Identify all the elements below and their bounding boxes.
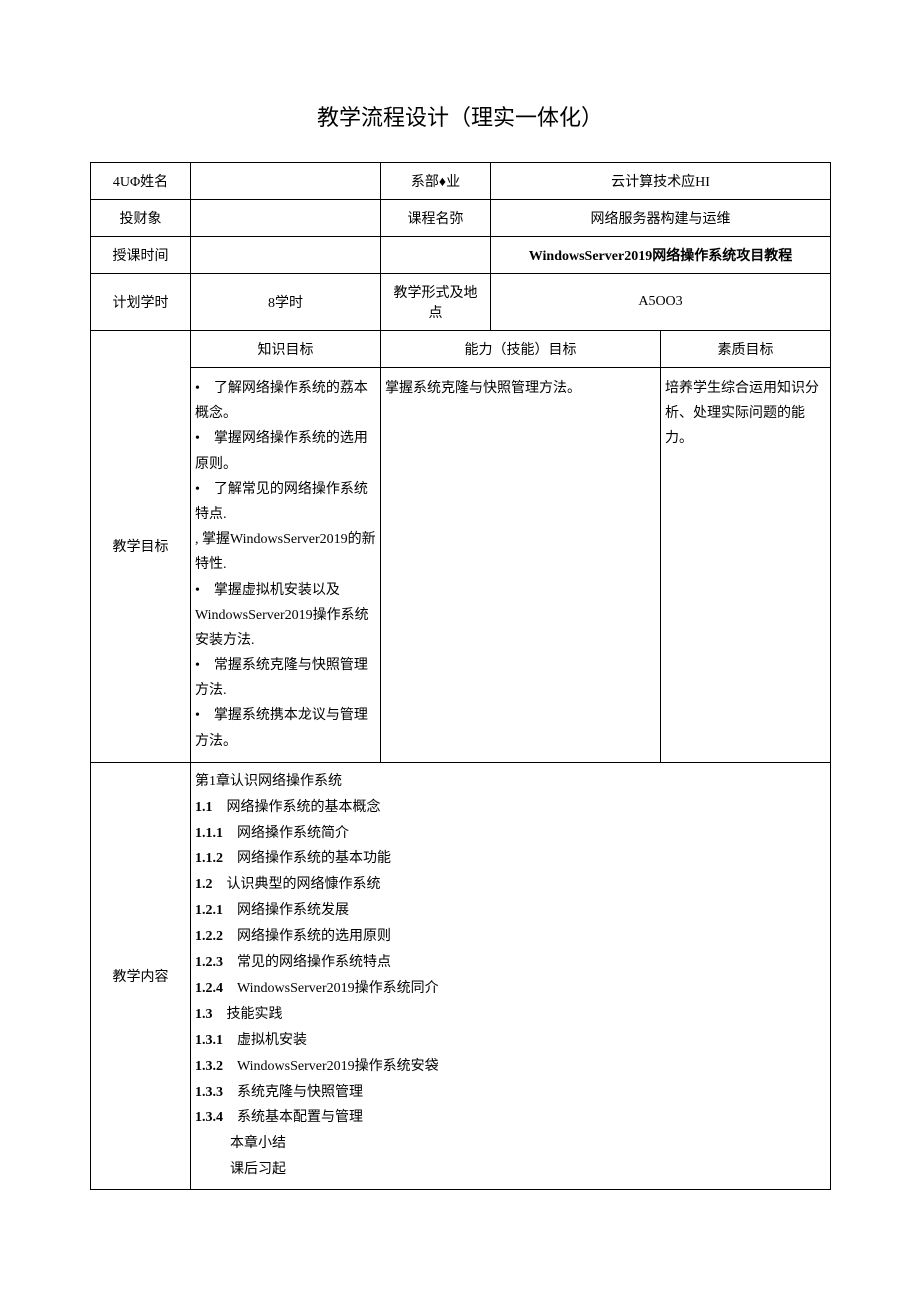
page-title: 教学流程设计（理实一体化）	[90, 100, 830, 132]
content-line-number: 1.1	[195, 800, 213, 815]
knowledge-goal-content: • 了解网络操作系统的荔本概念。• 掌握网络操作系统的选用原则。• 了解常见的网…	[191, 368, 381, 763]
knowledge-goal-item: • 掌握虚拟机安装以及WindowsServer2019操作系统安装方法.	[195, 578, 376, 654]
content-row-label: 教学内容	[91, 762, 191, 1189]
course-value: 网络服务器构建与运维	[491, 200, 831, 237]
content-line: 1.2.1 网络操作系统发展	[195, 898, 826, 924]
table-row: 计划学时 8学时 教学形式及地点 A5OO3	[91, 274, 831, 331]
hours-label: 计划学时	[91, 274, 191, 331]
knowledge-goal-item: • 掌握系统携本龙议与管理方法。	[195, 703, 376, 753]
dept-label: 系部♦业	[381, 163, 491, 200]
textbook-value: WindowsServer2019网络操作系统攻目教程	[491, 237, 831, 274]
knowledge-goal-header: 知识目标	[191, 331, 381, 368]
content-line: 1.2.4 WindowsServer2019操作系统同介	[195, 976, 826, 1002]
content-line-number: 1.3.4	[195, 1110, 223, 1125]
object-value	[191, 200, 381, 237]
content-line: 1.3.2 WindowsServer2019操作系统安袋	[195, 1054, 826, 1080]
content-line-number: 1.1.2	[195, 851, 223, 866]
goals-content-row: • 了解网络操作系统的荔本概念。• 掌握网络操作系统的选用原则。• 了解常见的网…	[91, 368, 831, 763]
content-line-number: 1.2.3	[195, 955, 223, 970]
knowledge-goal-item: • 了解网络操作系统的荔本概念。	[195, 376, 376, 426]
content-line-number: 1.2.2	[195, 929, 223, 944]
hours-value: 8学时	[191, 274, 381, 331]
content-line: 1.2.3 常见的网络操作系统特点	[195, 950, 826, 976]
knowledge-goal-item: • 掌握网络操作系统的选用原则。	[195, 426, 376, 476]
content-line-number: 1.3.2	[195, 1059, 223, 1074]
content-line: 1.3.4 系统基本配置与管理	[195, 1105, 826, 1131]
content-line-number: 1.2.4	[195, 981, 223, 996]
content-line-number: 1.2	[195, 877, 213, 892]
content-line: 1.1.1 网络搡作系统简介	[195, 821, 826, 847]
content-line: 1.1 网络操作系统的基本概念	[195, 795, 826, 821]
content-line: 1.1.2 网络操作系统的基本功能	[195, 846, 826, 872]
quality-goal-content: 培养学生综合运用知识分析、处理实际问题的能力。	[661, 368, 831, 763]
skill-goal-header: 能力（技能）目标	[381, 331, 661, 368]
content-line: 1.3.1 虚拟机安装	[195, 1028, 826, 1054]
knowledge-goal-item: • 常握系统克隆与快照管理方法.	[195, 653, 376, 703]
content-line: 本章小结	[195, 1131, 826, 1157]
content-row: 教学内容 第1章认识网络操作系统1.1 网络操作系统的基本概念1.1.1 网络搡…	[91, 762, 831, 1189]
content-line-number: 1.3	[195, 1007, 213, 1022]
content-line-number: 1.3.3	[195, 1085, 223, 1100]
content-line-number: 1.3.1	[195, 1033, 223, 1048]
content-cell: 第1章认识网络操作系统1.1 网络操作系统的基本概念1.1.1 网络搡作系统简介…	[191, 762, 831, 1189]
object-label: 投财象	[91, 200, 191, 237]
table-row: 4UΦ姓名 系部♦业 云计算技术应HI	[91, 163, 831, 200]
content-line: 第1章认识网络操作系统	[195, 769, 826, 795]
knowledge-goal-item: , 掌握WindowsServer2019的新特性.	[195, 527, 376, 577]
goals-row-label: 教学目标	[91, 331, 191, 763]
knowledge-goal-item: • 了解常见的网络操作系统特点.	[195, 477, 376, 527]
content-line: 1.2 认识典型的网络慷作系统	[195, 872, 826, 898]
quality-goal-header: 素质目标	[661, 331, 831, 368]
table-row: 投财象 课程名弥 网络服务器构建与运维	[91, 200, 831, 237]
time-label: 授课时间	[91, 237, 191, 274]
skill-goal-content: 掌握系统克隆与快照管理方法。	[381, 368, 661, 763]
content-line: 课后习起	[195, 1157, 826, 1183]
dept-value: 云计算技术应HI	[491, 163, 831, 200]
content-line-number: 1.2.1	[195, 903, 223, 918]
form-label: 教学形式及地点	[381, 274, 491, 331]
content-line-number: 1.1.1	[195, 826, 223, 841]
form-value: A5OO3	[491, 274, 831, 331]
table-row: 授课时间 WindowsServer2019网络操作系统攻目教程	[91, 237, 831, 274]
lesson-plan-table: 4UΦ姓名 系部♦业 云计算技术应HI 投财象 课程名弥 网络服务器构建与运维 …	[90, 162, 831, 1190]
content-line: 1.2.2 网络操作系统的选用原则	[195, 924, 826, 950]
content-line: 1.3.3 系统克隆与快照管理	[195, 1080, 826, 1106]
content-line: 1.3 技能实践	[195, 1002, 826, 1028]
teacher-name-value	[191, 163, 381, 200]
course-label: 课程名弥	[381, 200, 491, 237]
time-value	[191, 237, 381, 274]
textbook-label	[381, 237, 491, 274]
teacher-name-label: 4UΦ姓名	[91, 163, 191, 200]
goals-header-row: 教学目标 知识目标 能力（技能）目标 素质目标	[91, 331, 831, 368]
